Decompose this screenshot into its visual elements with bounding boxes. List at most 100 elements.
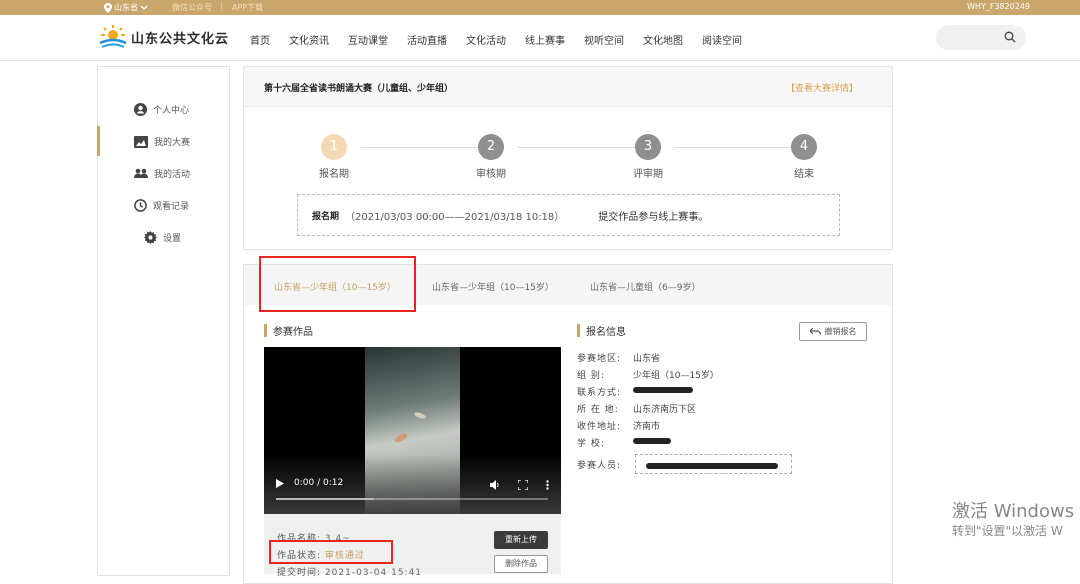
reupload-button[interactable]: 重新上传: [494, 531, 548, 549]
tab-group-2[interactable]: 山东省—少年组（10—15岁）: [432, 280, 554, 293]
info-row-contact: 联系方式:: [577, 385, 693, 398]
step-connector: [517, 147, 636, 148]
period-range: （2021/03/03 00:00——2021/03/18 10:18）: [345, 211, 565, 223]
nav-item-contests[interactable]: 线上赛事: [525, 32, 565, 47]
contest-card: 第十六届全省读书朗诵大赛（儿童组、少年组） 【查看大赛详情】 1 2 3 4 报…: [243, 66, 893, 250]
brand-name: 山东公共文化云: [131, 31, 230, 47]
info-row-location: 所 在 地: 山东济南历下区: [577, 402, 696, 415]
withdraw-registration-button[interactable]: 撤销报名: [799, 322, 867, 341]
step-1-label: 报名期: [319, 169, 349, 180]
people-icon: [134, 168, 148, 178]
nav-menu: 首页 文化资讯 互动课堂 活动直播 文化活动 线上赛事 视听空间 文化地图 阅读…: [250, 32, 761, 47]
location-selector[interactable]: 山东省: [104, 2, 148, 13]
nav-item-activities[interactable]: 文化活动: [466, 32, 506, 47]
location-pin-icon: [104, 2, 112, 13]
info-key: 所 在 地:: [577, 405, 619, 415]
info-key: 学 校:: [577, 439, 605, 449]
video-controls-left: 0:00 / 0:12: [276, 478, 343, 488]
registration-section-title: 报名信息: [577, 323, 626, 338]
step-3-label: 评审期: [633, 169, 663, 180]
divider: |: [220, 1, 223, 10]
search-box[interactable]: [936, 25, 1026, 50]
sidebar-item-label: 观看记录: [153, 202, 190, 212]
nav-item-classroom[interactable]: 互动课堂: [348, 32, 388, 47]
info-key: 参赛人员:: [577, 461, 622, 471]
volume-icon[interactable]: [490, 480, 500, 490]
members-box: [635, 454, 792, 474]
sidebar-item-settings[interactable]: 设置: [144, 231, 181, 244]
windows-watermark-sub: 转到"设置"以激活 W: [952, 524, 1063, 538]
info-value: 少年组（10—15岁）: [633, 371, 719, 381]
step-1-circle: 1: [321, 134, 347, 160]
nav-item-home[interactable]: 首页: [250, 32, 270, 47]
info-value: 山东省: [633, 354, 661, 364]
step-3-circle: 3: [635, 134, 661, 160]
info-row-members: 参赛人员:: [577, 458, 633, 471]
section-accent: [577, 324, 580, 337]
main-nav: 山东公共文化云 首页 文化资讯 互动课堂 活动直播 文化活动 线上赛事 视听空间…: [0, 15, 1080, 61]
period-label: 报名期: [312, 211, 340, 222]
site-logo[interactable]: 山东公共文化云: [98, 25, 229, 49]
work-time-row: 提交时间: 2021-03-04 15:41: [277, 565, 422, 578]
sidebar-item-profile[interactable]: 个人中心: [134, 103, 189, 116]
section-title-text: 报名信息: [586, 327, 626, 338]
works-card: 山东省—少年组（10—15岁） 山东省—少年组（10—15岁） 山东省—儿童组（…: [243, 256, 893, 584]
step-4-circle: 4: [791, 134, 817, 160]
highlight-box: [259, 256, 416, 312]
sidebar-item-label: 个人中心: [153, 106, 190, 116]
play-icon[interactable]: [276, 478, 284, 488]
info-key: 组 别:: [577, 371, 605, 381]
info-row-group: 组 别: 少年组（10—15岁）: [577, 368, 719, 381]
clock-icon: [134, 199, 147, 212]
active-indicator: [97, 126, 100, 156]
nav-item-reading[interactable]: 阅读空间: [702, 32, 742, 47]
info-value: 济南市: [633, 422, 661, 432]
nav-item-map[interactable]: 文化地图: [643, 32, 683, 47]
nav-item-news[interactable]: 文化资讯: [289, 32, 329, 47]
video-progress-bar[interactable]: [276, 498, 548, 500]
info-row-address: 收件地址: 济南市: [577, 419, 660, 432]
undo-icon: [809, 328, 821, 335]
video-time: 0:00 / 0:12: [294, 478, 344, 488]
tab-group-3[interactable]: 山东省—儿童组（6—9岁）: [590, 280, 700, 293]
windows-watermark: 激活 Windows: [952, 501, 1075, 522]
sidebar-item-history[interactable]: 观看记录: [134, 199, 189, 212]
location-label: 山东省: [114, 3, 138, 12]
fullscreen-icon[interactable]: [518, 480, 528, 490]
info-row-region: 参赛地区: 山东省: [577, 351, 660, 364]
sun-logo-icon: [99, 25, 127, 48]
period-info: 报名期 （2021/03/03 00:00——2021/03/18 10:18）…: [297, 194, 840, 236]
info-row-school: 学 校:: [577, 436, 671, 449]
video-player[interactable]: 0:00 / 0:12: [264, 347, 561, 514]
sidebar-item-label: 我的活动: [154, 170, 191, 180]
nav-item-live[interactable]: 活动直播: [407, 32, 447, 47]
withdraw-label: 撤销报名: [824, 327, 857, 336]
highlight-box: [269, 540, 393, 564]
app-download-link[interactable]: APP下载: [232, 2, 263, 13]
step-connector: [361, 147, 480, 148]
username[interactable]: WHY_F3820249: [967, 2, 1030, 11]
wechat-link[interactable]: 微信公众号: [172, 2, 212, 13]
info-value: 山东济南历下区: [633, 405, 697, 415]
redacted-value: [633, 438, 671, 444]
progress-steps: 1 2 3 4 报名期 审核期 评审期 结束: [244, 67, 894, 187]
step-connector: [674, 147, 791, 148]
image-icon: [134, 135, 148, 148]
section-accent: [264, 324, 267, 337]
redacted-value: [633, 387, 693, 393]
delete-work-button[interactable]: 删除作品: [494, 555, 548, 573]
sidebar-item-my-activities[interactable]: 我的活动: [134, 167, 190, 180]
gear-icon: [144, 231, 157, 244]
redacted-value: [646, 463, 778, 469]
step-2-circle: 2: [478, 134, 504, 160]
works-section-title: 参赛作品: [264, 323, 313, 338]
sidebar-item-my-contests[interactable]: 我的大赛: [134, 135, 190, 148]
more-options-icon[interactable]: [546, 480, 549, 490]
period-description: 提交作品参与线上赛事。: [598, 211, 709, 223]
search-icon[interactable]: [1004, 31, 1016, 43]
sidebar-item-label: 设置: [163, 234, 182, 244]
user-icon: [134, 103, 147, 116]
nav-item-media[interactable]: 视听空间: [584, 32, 624, 47]
top-bar: 山东省 微信公众号 | APP下载 WHY_F3820249: [0, 0, 1080, 15]
sidebar-item-label: 我的大赛: [154, 138, 191, 148]
